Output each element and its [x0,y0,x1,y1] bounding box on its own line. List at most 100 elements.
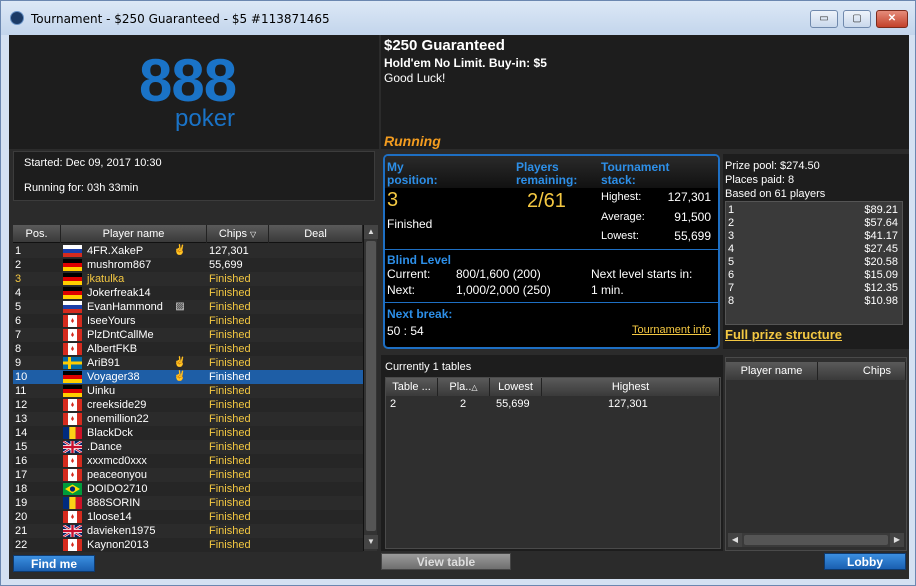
de-flag-icon [63,385,82,397]
table-row[interactable]: 5 EvanHammond ▨ Finished [13,300,363,314]
my-position-value: 3 [387,189,399,211]
blind-level-label: Blind Level [387,253,452,267]
table-row[interactable]: 22 Kaynon2013 Finished [13,538,363,552]
ca-flag-icon [63,315,82,327]
row-chips: Finished [209,329,251,341]
scroll-left-icon[interactable]: ◀ [728,533,742,547]
row-player-name: Uinku [87,385,116,397]
col-lowest[interactable]: Lowest [490,378,542,396]
minimize-button[interactable]: ▭ [810,10,838,28]
table-row[interactable]: 20 1loose14 Finished [13,510,363,524]
row-position: 21 [15,525,28,537]
row-chips: 55,699 [209,259,243,271]
row-player-name: mushrom867 [87,259,152,271]
tournament-info-link[interactable]: Tournament info [632,324,711,336]
close-button[interactable]: ✕ [876,10,908,28]
prize-basis: Based on 61 players [725,188,826,200]
col-highest[interactable]: Highest [542,378,720,396]
col-table-player-chips[interactable]: Chips [818,362,906,380]
players-list[interactable]: 1 4FR.XakeP ✌ 127,301 2 mushrom867 55,699 3 jkat… [13,244,363,552]
blind-current-value: 800/1,600 (200) [456,267,541,281]
row-chips: Finished [209,539,251,551]
row-position: 2 [15,259,22,271]
next-break-value: 50 : 54 [387,324,424,338]
ca-flag-icon [63,329,82,341]
tables-grid[interactable]: Table ... Pla..△ Lowest Highest 2 2 55,6… [385,377,721,549]
table-row[interactable]: 12 creekside29 Finished [13,398,363,412]
col-table-player-name[interactable]: Player name [726,362,818,380]
ca-flag-icon [63,455,82,467]
table-row[interactable]: 13 onemillion22 Finished [13,412,363,426]
greeting: Good Luck! [384,71,446,85]
brand-logo: 888 [139,47,237,114]
table-row[interactable]: 17 peaceonyou Finished [13,468,363,482]
table-row[interactable]: 1 4FR.XakeP ✌ 127,301 [13,244,363,258]
table-row[interactable]: 3 jkatulka Finished [13,272,363,286]
prize-amount: $20.58 [864,256,898,268]
status-running: Running [384,133,441,149]
table-row[interactable]: 16 xxxmcd0xxx Finished [13,454,363,468]
lowest-label: Lowest: [601,230,639,242]
tournament-window: Tournament - $250 Guaranteed - $5 #11387… [0,0,916,586]
client-area: 888 poker $250 Guaranteed Hold'em No Lim… [9,35,909,579]
row-position: 19 [15,497,28,509]
table-row[interactable]: 15 .Dance Finished [13,439,363,455]
prize-amount: $10.98 [864,295,898,307]
prize-place: 3 [728,230,735,242]
col-player-name[interactable]: Player name [61,225,207,243]
table-row[interactable]: 14 BlackDck Finished [13,426,363,440]
players-scrollbar[interactable]: ▲ ▼ [363,225,378,551]
scroll-up-icon[interactable]: ▲ [364,225,378,239]
next-level-label: Next level starts in: [591,267,693,281]
lobby-button[interactable]: Lobby [824,553,906,570]
col-table[interactable]: Table ... [386,378,438,396]
find-me-button[interactable]: Find me [13,555,95,572]
row-chips: Finished [209,357,251,369]
col-players[interactable]: Pla..△ [438,378,490,396]
scroll-down-icon[interactable]: ▼ [364,535,378,549]
table-row[interactable]: 18 DOIDO2710 Finished [13,482,363,496]
table-row[interactable]: 8 AlbertFKB Finished [13,342,363,356]
scroll-right-icon[interactable]: ▶ [890,533,904,547]
table-row[interactable]: 10 Voyager38 ✌ Finished [13,370,363,384]
row-chips: Finished [209,427,251,439]
table-players-hscroll[interactable]: ◀ ▶ [728,533,904,547]
table-row[interactable]: 11 Uinku Finished [13,384,363,398]
col-chips[interactable]: Chips ▽ [207,225,269,243]
de-flag-icon [63,273,82,285]
row-position: 4 [15,287,22,299]
view-table-button[interactable]: View table [381,553,511,570]
ca-flag-icon [63,399,82,411]
row-player-name: Kaynon2013 [87,539,149,551]
ca-flag-icon [63,511,82,523]
table-row[interactable]: 19 888SORIN Finished [13,496,363,510]
title-bar[interactable]: Tournament - $250 Guaranteed - $5 #11387… [1,1,915,35]
scroll-thumb[interactable] [366,241,376,531]
ro-flag-icon [63,497,82,509]
col-pos[interactable]: Pos. [13,225,61,243]
prize-row: 6 $15.09 [728,269,900,282]
table-row[interactable]: 2 mushrom867 55,699 [13,258,363,272]
full-prize-structure-link[interactable]: Full prize structure [725,327,842,342]
row-player-name: peaceonyou [87,469,147,481]
table-row[interactable]: 6 IseeYours Finished [13,314,363,328]
prize-row: 4 $27.45 [728,243,900,256]
prize-row: 1 $89.21 [728,204,900,217]
restore-button[interactable]: ▢ [843,10,871,28]
table-row[interactable]: 7 PlzDntCallMe Finished [13,328,363,342]
my-position-label: My position: [387,160,438,187]
prize-place: 8 [728,295,735,307]
row-player-name: xxxmcd0xxx [87,455,147,467]
table-row[interactable]: 21 davieken1975 Finished [13,523,363,539]
table-row[interactable]: 9 AriB91 ✌ Finished [13,356,363,370]
col-deal[interactable]: Deal [269,225,363,243]
app-icon [10,11,24,25]
table-row[interactable]: 2 2 55,699 127,301 [386,397,720,411]
hscroll-thumb[interactable] [744,535,888,545]
table-row[interactable]: 4 Jokerfreak14 Finished [13,286,363,300]
prize-amount: $57.64 [864,217,898,229]
ca-flag-icon [63,539,82,551]
br-flag-icon [63,483,82,495]
window-title: Tournament - $250 Guaranteed - $5 #11387… [31,12,330,26]
row-chips: Finished [209,413,251,425]
